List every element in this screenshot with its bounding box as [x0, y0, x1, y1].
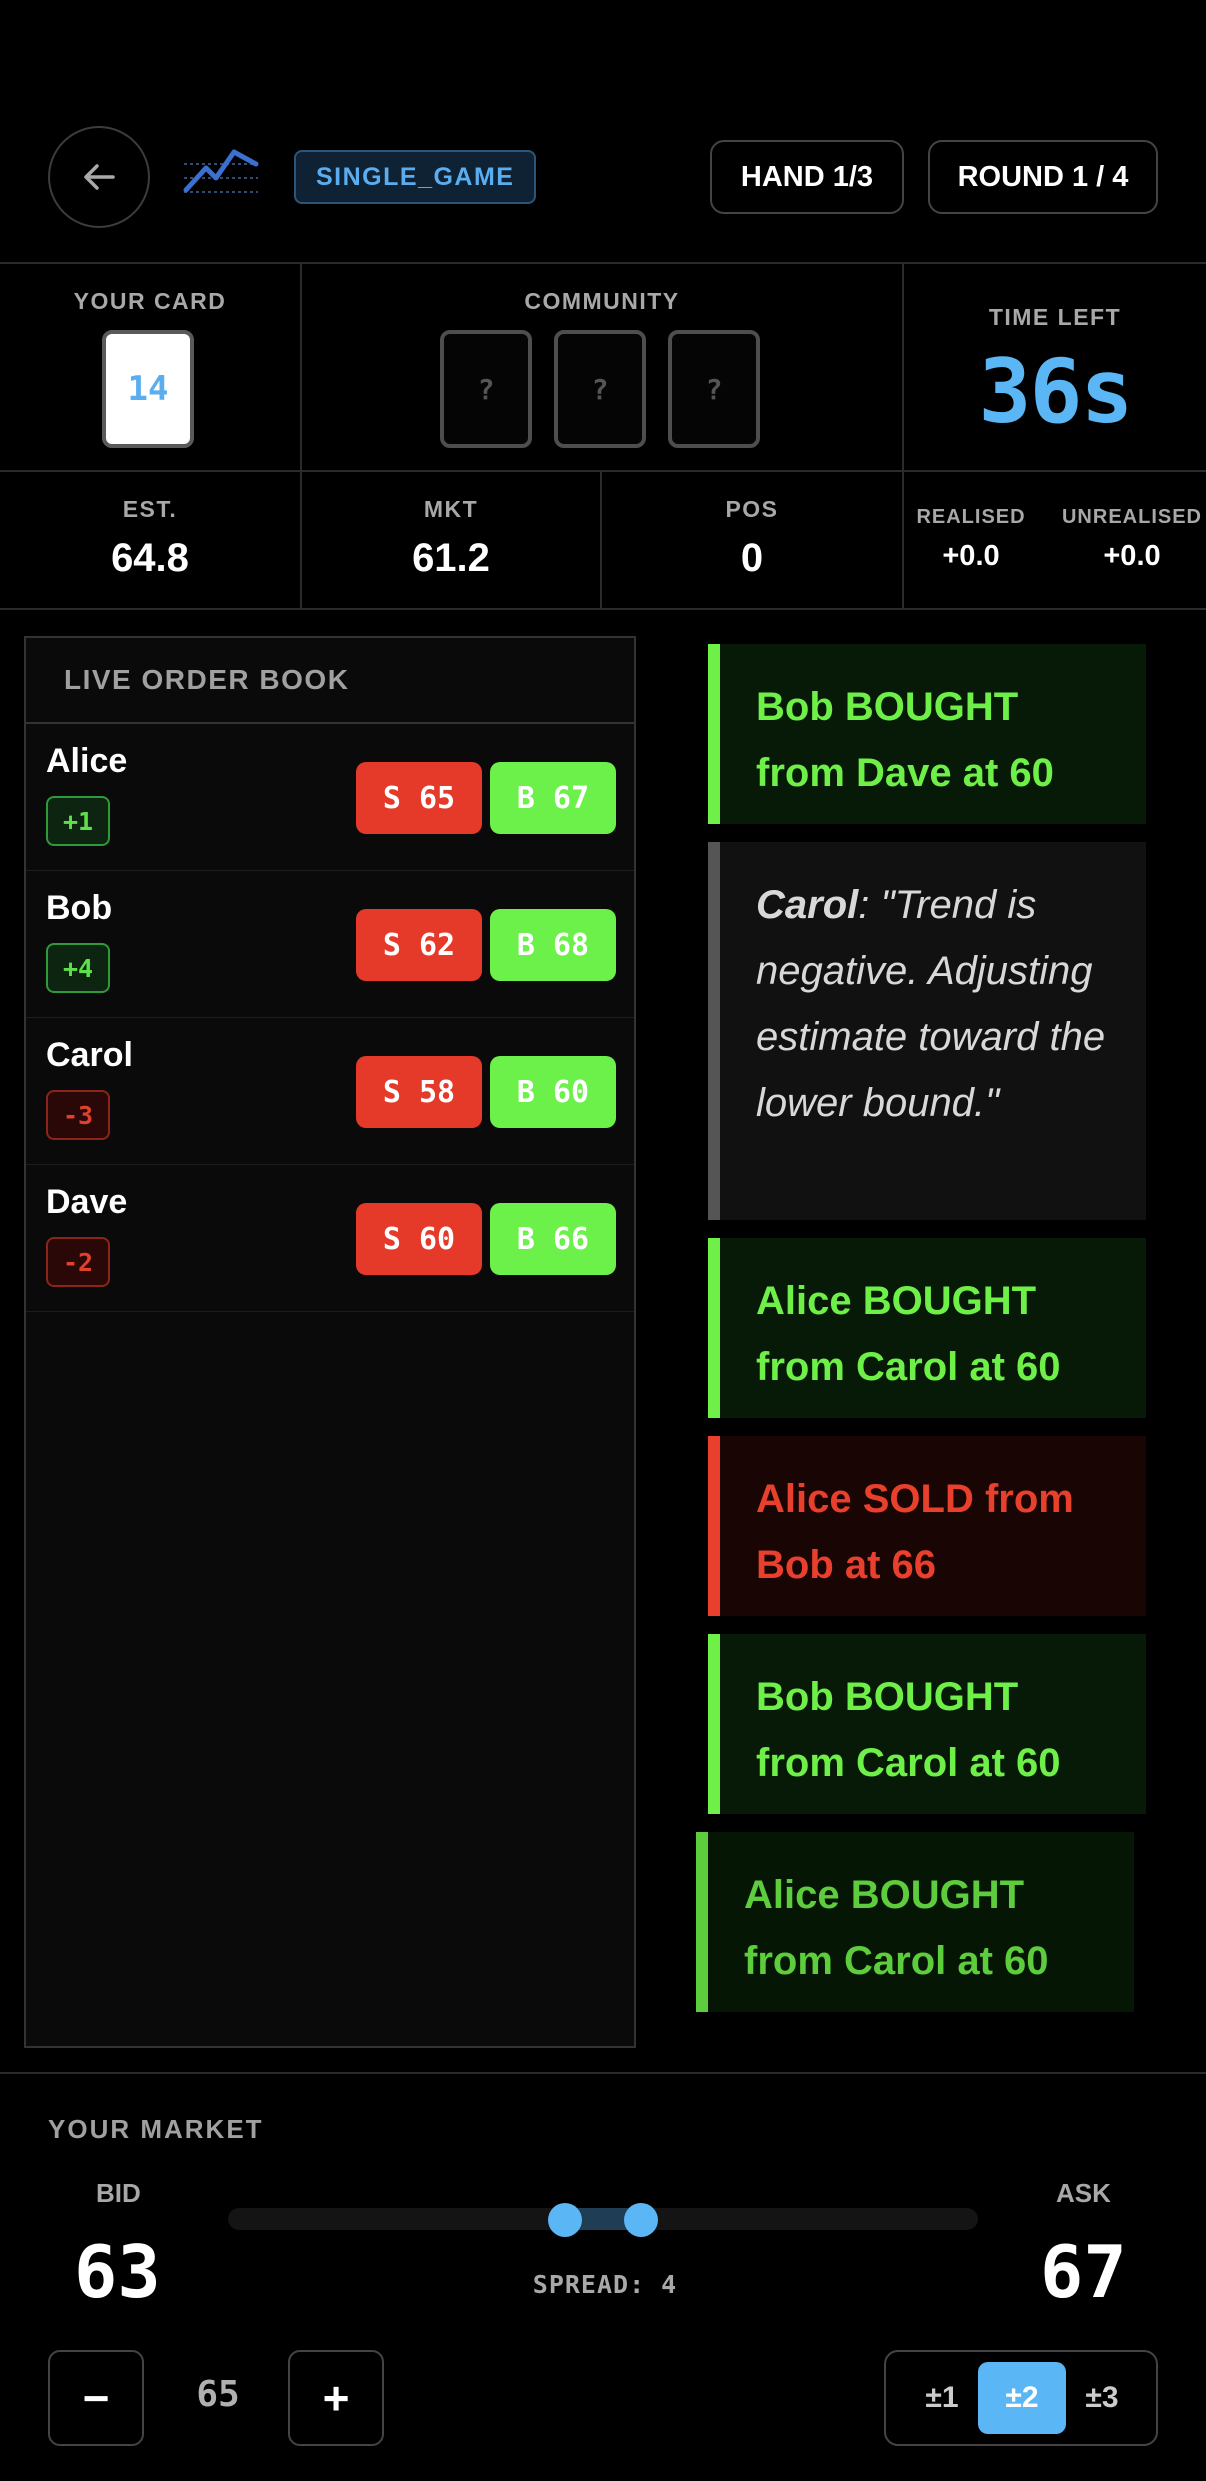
mid-price-value: 65 [196, 2374, 240, 2415]
feed-accent-bar [708, 644, 720, 824]
estimate-value: 64.8 [111, 536, 189, 580]
trader-name: Bob [46, 889, 113, 927]
market-label: MKT [423, 496, 479, 522]
order-book-row: Carol -3 S 58 B 60 [26, 1018, 634, 1165]
top-bar: SINGLE_GAME HAND 1/3 ROUND 1 / 4 [0, 0, 1206, 262]
position-delta-badge: -3 [46, 1090, 110, 1140]
arrow-left-icon [84, 164, 115, 190]
buy-quote-button[interactable]: B 67 [490, 762, 616, 834]
bid-value: 63 [74, 2230, 161, 2314]
trader-name: Alice [46, 742, 128, 780]
feed-accent-bar [708, 842, 720, 1220]
community-label: COMMUNITY [524, 288, 680, 314]
trade-text: Alice BOUGHT from Carol at 60 [756, 1279, 1061, 1389]
sell-quote-button[interactable]: S 62 [356, 909, 482, 981]
position-delta-badge: +1 [46, 796, 110, 846]
community-card: ? [668, 330, 760, 448]
community-card: ? [554, 330, 646, 448]
trade-feed-item: Bob BOUGHT from Carol at 60 [708, 1634, 1146, 1814]
divider [0, 262, 1206, 264]
round-indicator: ROUND 1 / 4 [928, 140, 1158, 214]
feed-accent-bar [708, 1634, 720, 1814]
order-book-panel: LIVE ORDER BOOK Alice +1 S 65 B 67 Bob +… [24, 636, 636, 2048]
time-left-label: TIME LEFT [988, 304, 1122, 330]
decrement-button[interactable]: − [48, 2350, 144, 2446]
buy-quote-button[interactable]: B 68 [490, 909, 616, 981]
back-button[interactable] [48, 126, 150, 228]
market-value: 61.2 [412, 536, 490, 580]
trade-text: Alice SOLD from Bob at 66 [756, 1477, 1074, 1587]
feed-accent-bar [708, 1238, 720, 1418]
spread-readout: SPREAD: 4 [532, 2270, 678, 2299]
countdown-timer: 36s [978, 340, 1134, 443]
trader-name: Dave [46, 1183, 128, 1221]
trade-feed-item: Alice BOUGHT from Carol at 60 [708, 1238, 1146, 1418]
divider [0, 2072, 1206, 2074]
trade-text: Alice BOUGHT from Carol at 60 [744, 1873, 1049, 1983]
your-card-label: YOUR CARD [73, 288, 227, 314]
feed-accent-bar [708, 1436, 720, 1616]
ask-slider-handle[interactable] [624, 2203, 658, 2237]
ask-label: ASK [1056, 2178, 1111, 2208]
trade-feed-item: Alice BOUGHT from Carol at 60 [696, 1832, 1134, 2012]
trade-text: Bob BOUGHT from Carol at 60 [756, 1675, 1061, 1785]
game-mode-badge: SINGLE_GAME [294, 150, 537, 204]
estimate-label: EST. [122, 496, 178, 522]
divider [0, 470, 1206, 472]
order-book-title: LIVE ORDER BOOK [26, 638, 634, 724]
order-book-row: Dave -2 S 60 B 66 [26, 1165, 634, 1312]
unrealised-label: UNREALISED [1061, 506, 1202, 528]
position-value: 0 [740, 536, 764, 580]
bid-label: BID [96, 2178, 141, 2208]
feed-accent-bar [696, 1832, 708, 2012]
sell-quote-button[interactable]: S 58 [356, 1056, 482, 1128]
order-book-row: Alice +1 S 65 B 67 [26, 724, 634, 871]
buy-quote-button[interactable]: B 60 [490, 1056, 616, 1128]
order-book-row: Bob +4 S 62 B 68 [26, 871, 634, 1018]
step-size-selector: ±1 ±2 ±3 [884, 2350, 1158, 2446]
trader-name: Carol [46, 1036, 133, 1074]
step-option-3[interactable]: ±3 [1058, 2362, 1146, 2434]
realised-label: REALISED [916, 506, 1026, 528]
hand-indicator: HAND 1/3 [710, 140, 904, 214]
increment-button[interactable]: + [288, 2350, 384, 2446]
unrealised-value: +0.0 [1103, 540, 1161, 572]
position-delta-badge: -2 [46, 1237, 110, 1287]
step-option-2[interactable]: ±2 [978, 2362, 1066, 2434]
chart-trend-icon [183, 149, 259, 193]
ask-value: 67 [1040, 2230, 1127, 2314]
bid-slider-handle[interactable] [548, 2203, 582, 2237]
sell-quote-button[interactable]: S 60 [356, 1203, 482, 1275]
divider [0, 608, 1206, 610]
sell-quote-button[interactable]: S 65 [356, 762, 482, 834]
your-market-title: YOUR MARKET [48, 2114, 264, 2144]
position-delta-badge: +4 [46, 943, 110, 993]
step-option-1[interactable]: ±1 [898, 2362, 986, 2434]
chat-speaker: Carol [756, 883, 859, 927]
trade-feed-item: Alice SOLD from Bob at 66 [708, 1436, 1146, 1616]
realised-value: +0.0 [942, 540, 1000, 572]
position-label: POS [725, 496, 779, 522]
community-card: ? [440, 330, 532, 448]
trade-text: Bob BOUGHT from Dave at 60 [756, 685, 1054, 795]
trade-feed-item: Bob BOUGHT from Dave at 60 [708, 644, 1146, 824]
chat-feed-item: Carol: "Trend is negative. Adjusting est… [708, 842, 1146, 1220]
buy-quote-button[interactable]: B 66 [490, 1203, 616, 1275]
your-card: 14 [102, 330, 194, 448]
